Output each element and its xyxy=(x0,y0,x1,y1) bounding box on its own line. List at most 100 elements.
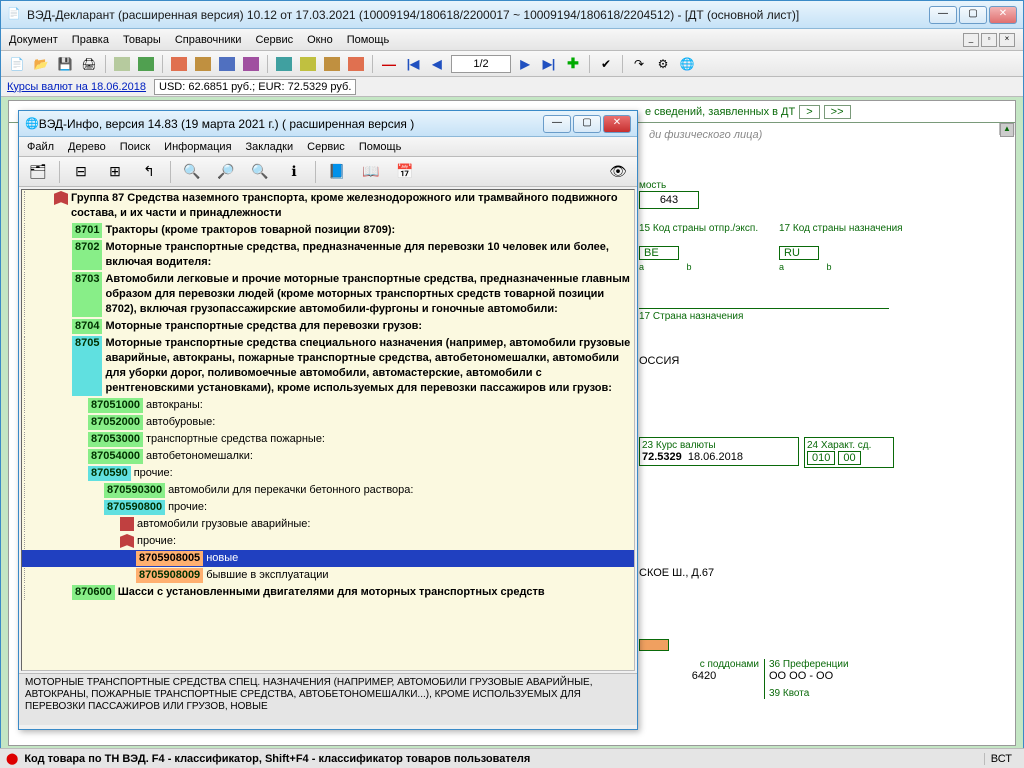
tb-print-button[interactable]: 🖨 xyxy=(79,54,99,74)
maximize-button[interactable]: ▢ xyxy=(959,6,987,24)
tree-row-8705[interactable]: 8705 Моторные транспортные средства спец… xyxy=(22,335,634,397)
rate-date[interactable]: 18.06.2018 xyxy=(688,451,743,463)
tree-row-avarij[interactable]: автомобили грузовые аварийные: xyxy=(22,516,634,533)
remove-button[interactable]: — xyxy=(379,54,399,74)
preview-button[interactable]: 👁 xyxy=(605,160,631,184)
tb-export-button[interactable]: ↷ xyxy=(629,54,649,74)
prev-button[interactable]: ◀ xyxy=(427,54,447,74)
first-button[interactable]: |◀ xyxy=(403,54,423,74)
char-a[interactable]: 010 xyxy=(807,451,835,465)
rate-value[interactable]: 72.5329 xyxy=(642,451,682,463)
tree-row-8705908005[interactable]: 8705908005 новые xyxy=(22,550,634,567)
inner-menu-bookmarks[interactable]: Закладки xyxy=(246,141,294,153)
tb-color2-button[interactable] xyxy=(136,54,156,74)
char-b[interactable]: 00 xyxy=(838,451,860,465)
tb-act8-button[interactable] xyxy=(346,54,366,74)
tb-act6-button[interactable] xyxy=(298,54,318,74)
tb-save-button[interactable]: 💾 xyxy=(55,54,75,74)
inner-menu-service[interactable]: Сервис xyxy=(307,141,345,153)
tb-open-button[interactable]: 📂 xyxy=(31,54,51,74)
tb-act2-button[interactable] xyxy=(193,54,213,74)
add-button[interactable]: ✚ xyxy=(563,54,583,74)
tb-act7-button[interactable] xyxy=(322,54,342,74)
menu-window[interactable]: Окно xyxy=(307,34,333,46)
expand-button[interactable]: ⊞ xyxy=(102,160,128,184)
code-badge: 8701 xyxy=(72,223,102,238)
mdi-restore-button[interactable]: ▫ xyxy=(981,33,997,47)
tb-tool-button[interactable]: ⚙ xyxy=(653,54,673,74)
tb-act3-button[interactable] xyxy=(217,54,237,74)
tree-row-870590300[interactable]: 870590300 автомобили для перекачки бетон… xyxy=(22,482,634,499)
scroll-up-button[interactable]: ▲ xyxy=(1000,123,1014,137)
collapse-button[interactable]: ⊟ xyxy=(68,160,94,184)
pallet-value[interactable]: 6420 xyxy=(649,670,759,682)
tree-row-prochie[interactable]: прочие: xyxy=(22,533,634,550)
classifier-tree[interactable]: Группа 87 Средства наземного транспорта,… xyxy=(21,189,635,671)
inner-minimize-button[interactable]: — xyxy=(543,115,571,133)
last-button[interactable]: ▶| xyxy=(539,54,559,74)
mdi-minimize-button[interactable]: _ xyxy=(963,33,979,47)
tb-check-button[interactable]: ✔ xyxy=(596,54,616,74)
tree-row-87052000[interactable]: 87052000 автобуровые: xyxy=(22,414,634,431)
nav-last-button[interactable]: >> xyxy=(824,105,851,119)
inner-menu-tree[interactable]: Дерево xyxy=(68,141,106,153)
close-button[interactable]: ✕ xyxy=(989,6,1017,24)
tree-row-87051000[interactable]: 87051000 автокраны: xyxy=(22,397,634,414)
orange-box[interactable] xyxy=(639,639,669,651)
next-button[interactable]: ▶ xyxy=(515,54,535,74)
tree-row-8705908009[interactable]: 8705908009 бывшие в эксплуатации xyxy=(22,567,634,584)
cost-value[interactable]: 643 xyxy=(639,191,699,209)
tree-row-group87[interactable]: Группа 87 Средства наземного транспорта,… xyxy=(22,190,634,222)
inner-menu-search[interactable]: Поиск xyxy=(120,141,150,153)
vertical-scrollbar[interactable]: ▲ xyxy=(999,123,1015,135)
tb-globe-button[interactable]: 🌐 xyxy=(677,54,697,74)
menu-goods[interactable]: Товары xyxy=(123,34,161,46)
code-badge: 8702 xyxy=(72,240,102,270)
menu-references[interactable]: Справочники xyxy=(175,34,242,46)
tree-row-87054000[interactable]: 87054000 автобетономешалки: xyxy=(22,448,634,465)
parent-button[interactable]: ↰ xyxy=(136,160,162,184)
tree-row-870590800[interactable]: 870590800 прочие: xyxy=(22,499,634,516)
menu-service[interactable]: Сервис xyxy=(255,34,293,46)
calendar-button[interactable]: 📅 xyxy=(392,160,418,184)
zoom-button[interactable]: 🔍 xyxy=(179,160,205,184)
menu-document[interactable]: Документ xyxy=(9,34,58,46)
mdi-close-button[interactable]: × xyxy=(999,33,1015,47)
ved-info-menu: Файл Дерево Поиск Информация Закладки Се… xyxy=(19,137,637,157)
menu-help[interactable]: Помощь xyxy=(347,34,390,46)
tree-row-87053000[interactable]: 87053000 транспортные средства пожарные: xyxy=(22,431,634,448)
tb-act5-button[interactable] xyxy=(274,54,294,74)
russia-value[interactable]: ОССИЯ xyxy=(639,355,679,367)
field-be[interactable]: BE xyxy=(639,246,679,260)
tree-view-button[interactable]: 🗂 xyxy=(25,160,51,184)
tree-row-8704[interactable]: 8704 Моторные транспортные средства для … xyxy=(22,318,634,335)
rates-link[interactable]: Курсы валют на 18.06.2018 xyxy=(7,81,146,93)
menu-edit[interactable]: Правка xyxy=(72,34,109,46)
inner-close-button[interactable]: ✕ xyxy=(603,115,631,133)
tb-new-button[interactable]: 📄 xyxy=(7,54,27,74)
info-button[interactable]: ℹ xyxy=(281,160,307,184)
bookmark-button[interactable]: 📘 xyxy=(324,160,350,184)
find-code-button[interactable]: 🔍 xyxy=(247,160,273,184)
tree-row-8701[interactable]: 8701 Тракторы (кроме тракторов товарной … xyxy=(22,222,634,239)
pager-input[interactable]: 1/2 xyxy=(451,55,511,73)
inner-maximize-button[interactable]: ▢ xyxy=(573,115,601,133)
tree-row-8702[interactable]: 8702 Моторные транспортные средства, пре… xyxy=(22,239,634,271)
inner-menu-help[interactable]: Помощь xyxy=(359,141,402,153)
field-ru[interactable]: RU xyxy=(779,246,819,260)
pref-value[interactable]: ОО ОО - ОО xyxy=(769,670,894,682)
tree-row-870590[interactable]: 870590 прочие: xyxy=(22,465,634,482)
nav-next-button[interactable]: > xyxy=(799,105,819,119)
tree-label: бывшие в эксплуатации xyxy=(206,568,328,583)
tree-row-8703[interactable]: 8703 Автомобили легковые и прочие моторн… xyxy=(22,271,634,318)
inner-menu-info[interactable]: Информация xyxy=(164,141,231,153)
inner-menu-file[interactable]: Файл xyxy=(27,141,54,153)
ved-info-titlebar[interactable]: 🌐 ВЭД-Инфо, версия 14.83 (19 марта 2021 … xyxy=(19,111,637,137)
notes-button[interactable]: 📖 xyxy=(358,160,384,184)
tree-row-870600[interactable]: 870600 Шасси с установленными двигателям… xyxy=(22,584,634,601)
tb-color1-button[interactable] xyxy=(112,54,132,74)
minimize-button[interactable]: — xyxy=(929,6,957,24)
tb-act4-button[interactable] xyxy=(241,54,261,74)
tb-act1-button[interactable] xyxy=(169,54,189,74)
zoom-out-button[interactable]: 🔎 xyxy=(213,160,239,184)
